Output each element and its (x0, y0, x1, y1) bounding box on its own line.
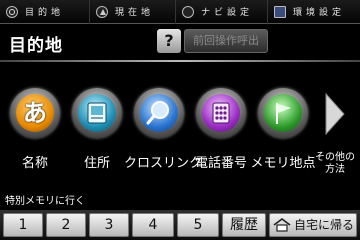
memory-button-1[interactable]: 1 (3, 213, 43, 237)
help-button[interactable]: ? (157, 29, 181, 53)
more-methods-label[interactable]: その他の 方法 (312, 152, 358, 176)
memory-point-button[interactable]: メモリ地点 (250, 86, 316, 186)
phone-search-label: 電話番号 (194, 156, 247, 171)
header-divider (0, 60, 360, 62)
menu-destination[interactable]: 目的地 (0, 0, 90, 24)
search-icon (6, 5, 18, 18)
memory-button-5[interactable]: 5 (177, 213, 219, 237)
nav-settings-icon (182, 5, 194, 18)
name-search-label: 名称 (21, 156, 48, 171)
search-method-row: あ 名称 住所 クロスリンク 電話番号 メモリ地点 その他の 方法 (0, 86, 360, 186)
hiragana-name-icon: あ (23, 99, 47, 127)
memory-point-label: メモリ地点 (250, 156, 316, 171)
phone-keypad-icon (212, 102, 230, 124)
menu-current-location[interactable]: 現在地 (90, 0, 176, 24)
memory-button-2[interactable]: 2 (46, 213, 86, 237)
crosslink-search-label: クロスリンク (124, 156, 203, 171)
page-title: 目的地 (9, 36, 63, 56)
recall-previous-button[interactable]: 前回操作呼出 (184, 29, 268, 53)
address-search-button[interactable]: 住所 (68, 86, 126, 186)
memory-button-4[interactable]: 4 (132, 213, 174, 237)
right-arrow-icon[interactable] (322, 90, 348, 138)
menu-nav-settings[interactable]: ナビ設定 (176, 0, 268, 24)
menu-display-settings[interactable]: 環境設定 (268, 0, 360, 24)
menu-display-settings-label: 環境設定 (293, 8, 346, 18)
display-settings-icon (274, 5, 286, 18)
go-home-button[interactable]: 自宅に帰る (269, 213, 357, 237)
memory-button-row: 1 2 3 4 5 履歴 自宅に帰る (0, 210, 360, 240)
address-search-label: 住所 (83, 156, 110, 171)
magnifier-icon (146, 101, 169, 125)
compass-icon (96, 5, 108, 18)
menu-destination-label: 目的地 (25, 8, 65, 18)
memory-button-3[interactable]: 3 (89, 213, 129, 237)
top-menu-bar: 目的地 現在地 ナビ設定 環境設定 (0, 0, 360, 24)
header: 目的地 ? 前回操作呼出 (0, 24, 360, 60)
go-home-label: 自宅に帰る (293, 218, 354, 232)
more-methods-line1: その他の (315, 152, 355, 163)
name-search-button[interactable]: あ 名称 (6, 86, 64, 186)
history-button[interactable]: 履歴 (222, 213, 266, 237)
home-icon (273, 218, 291, 232)
flag-icon (276, 103, 291, 124)
menu-current-location-label: 現在地 (115, 8, 155, 18)
special-memory-label: 特別メモリに行く (5, 196, 85, 207)
more-methods-line2: 方法 (325, 164, 345, 175)
menu-nav-settings-label: ナビ設定 (201, 8, 254, 18)
crosslink-search-button[interactable]: クロスリンク (124, 86, 202, 186)
phone-search-button[interactable]: 電話番号 (192, 86, 250, 186)
address-book-icon (87, 102, 107, 124)
